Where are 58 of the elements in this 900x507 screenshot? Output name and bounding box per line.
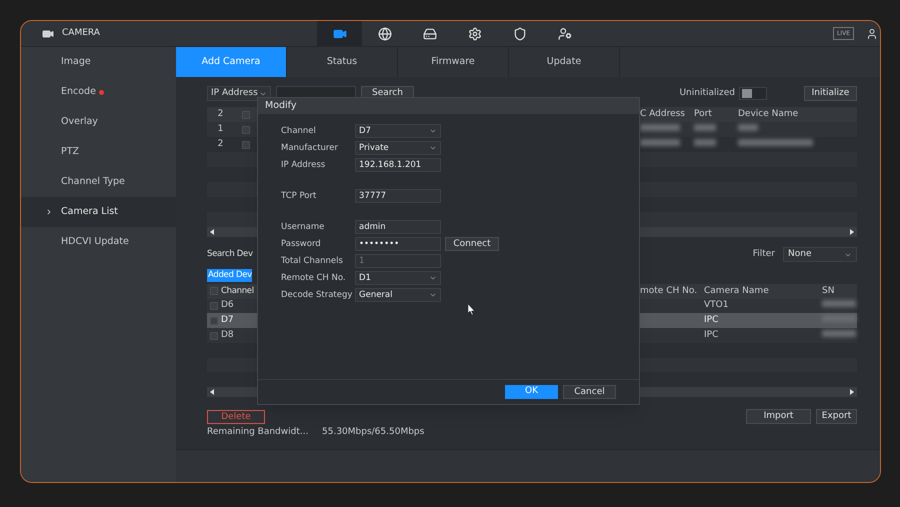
table-cell-text: VTO1 (704, 299, 730, 312)
page-title: CAMERA (62, 26, 100, 40)
dropdown[interactable]: D1 (355, 271, 441, 285)
export-button[interactable]: Export (816, 409, 857, 424)
import-button[interactable]: Import (746, 409, 811, 424)
column-header: Port (694, 108, 713, 121)
field-label: Manufacturer (281, 142, 339, 154)
field-label: Password (281, 238, 322, 250)
column-header: C Address (640, 108, 686, 121)
field-label: Remote CH No. (281, 272, 347, 284)
field-label: Total Channels (281, 254, 344, 268)
sidebar-item[interactable]: PTZ (21, 137, 176, 167)
search-mode-select[interactable]: IP Address (207, 86, 271, 101)
input-field[interactable]: 37777 (355, 189, 441, 203)
tab[interactable]: Firmware (398, 47, 509, 77)
table-cell-text: 1 (216, 122, 224, 136)
dropdown[interactable]: General (355, 288, 441, 302)
field-label: TCP Port (281, 190, 318, 202)
field-label: Decode Strategy (281, 288, 354, 302)
input-field[interactable]: admin (355, 220, 441, 234)
result-count: 2 (216, 108, 224, 121)
tab[interactable]: Status (287, 47, 398, 77)
column-header: Camera Name (704, 284, 770, 298)
column-header: SN (822, 284, 834, 298)
table-cell-text: D8 (221, 328, 234, 342)
column-header: Device Name (738, 108, 798, 121)
table-cell-text: IPC (704, 314, 720, 328)
delete-button[interactable]: Delete (207, 410, 265, 424)
sidebar-item[interactable]: HDCVI Update (21, 227, 176, 257)
cancel-button[interactable]: Cancel (563, 385, 616, 399)
sidebar-item[interactable]: Camera List (21, 197, 176, 227)
bandwidth-value: 55.30Mbps/65.50Mbps (322, 426, 424, 439)
bandwidth-label: Remaining Bandwidt... (207, 426, 310, 439)
sidebar-item[interactable]: Channel Type (21, 167, 176, 197)
dropdown[interactable]: Private (355, 141, 441, 155)
sidebar-item[interactable]: Encode (21, 77, 176, 107)
initialize-button[interactable]: Initialize (804, 86, 857, 101)
connect-button[interactable]: Connect (445, 237, 499, 251)
filter-label: Filter (752, 248, 775, 261)
column-header: Channel (221, 284, 254, 298)
uninitialized-label: Uninitialized (679, 86, 735, 100)
column-header: mote CH No. (640, 284, 698, 298)
table-cell-text: D6 (221, 299, 234, 312)
sidebar-item[interactable]: Image (21, 47, 176, 77)
field-label: Username (281, 220, 326, 234)
field-label: Channel (281, 124, 317, 138)
dialog-title: Modify (258, 98, 639, 114)
input-field[interactable]: 192.168.1.201 (355, 158, 441, 172)
table-cell-text: IPC (704, 328, 720, 342)
sidebar-item[interactable]: Overlay (21, 107, 176, 137)
filter-select[interactable]: None (783, 247, 857, 262)
field-label: IP Address (281, 158, 326, 172)
tab[interactable]: Update (509, 47, 620, 77)
password-field[interactable]: •••••••• (355, 237, 441, 251)
table-cell-text: D7 (221, 314, 234, 328)
table-cell-text: 2 (216, 138, 224, 151)
section-label: Search Dev (207, 248, 253, 261)
dropdown[interactable]: D7 (355, 124, 441, 138)
